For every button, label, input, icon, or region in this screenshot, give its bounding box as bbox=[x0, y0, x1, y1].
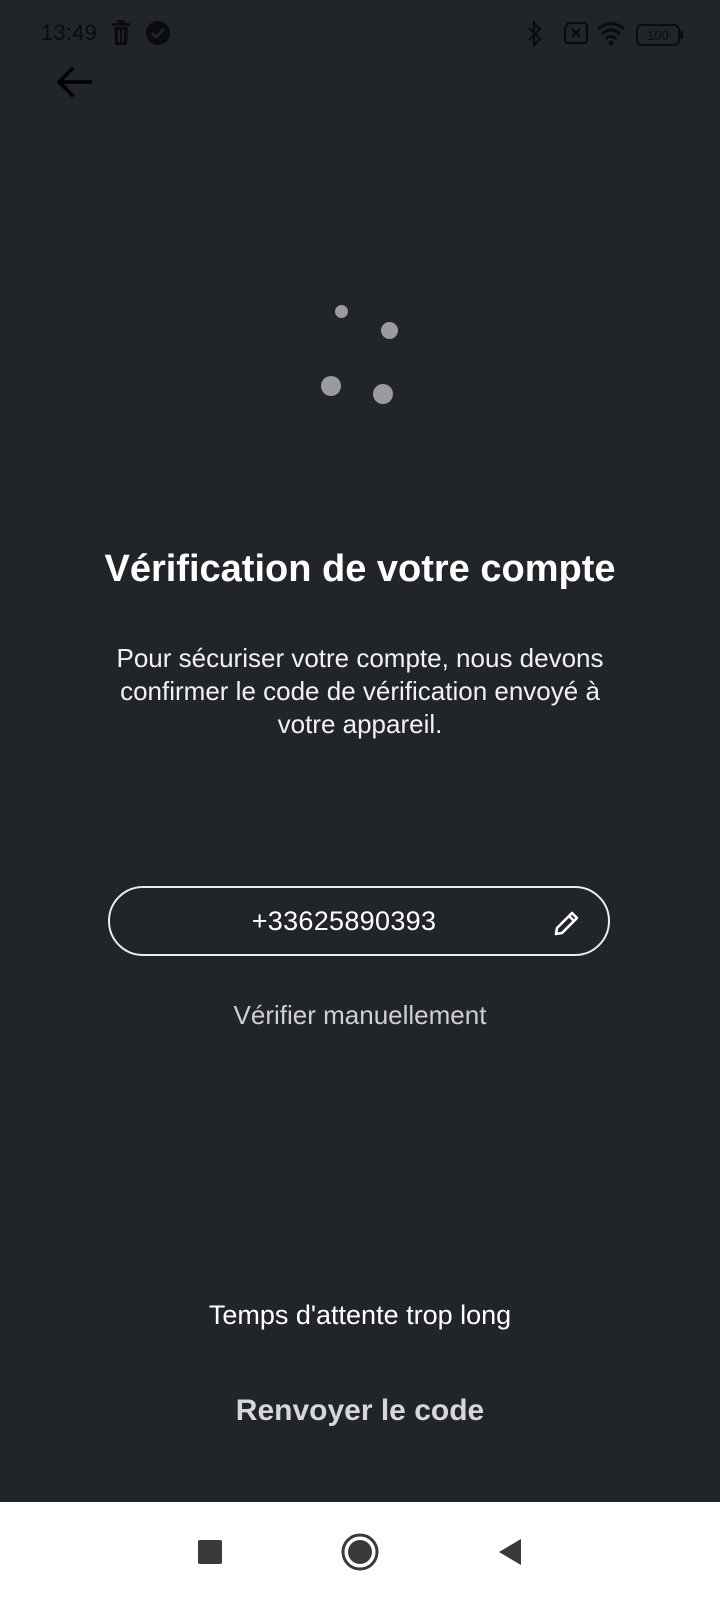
spinner-dot bbox=[373, 384, 393, 404]
wait-too-long-text: Temps d'attente trop long bbox=[208, 1300, 512, 1330]
back-button[interactable] bbox=[50, 60, 98, 108]
description-text: Pour sécuriser votre compte, nous devons… bbox=[116, 643, 604, 739]
wifi-icon bbox=[596, 20, 626, 48]
loading-spinner bbox=[300, 290, 420, 420]
delete-icon bbox=[110, 20, 132, 48]
phone-number-field[interactable]: +33625890393 bbox=[108, 886, 610, 956]
status-time: 13:49 bbox=[41, 20, 98, 45]
verify-manually-link[interactable]: Vérifier manuellement bbox=[0, 1000, 720, 1031]
system-nav-bar bbox=[0, 1502, 720, 1600]
verification-screen: 13:49 100 Vérification de votre compte P… bbox=[0, 0, 720, 1600]
spinner-dot bbox=[381, 322, 398, 339]
bluetooth-icon bbox=[526, 20, 544, 48]
spinner-dot bbox=[335, 305, 348, 318]
battery-icon: 100 bbox=[636, 24, 684, 52]
phone-number: +33625890393 bbox=[251, 905, 437, 936]
page-title: Vérification de votre compte bbox=[104, 548, 616, 590]
recents-square-icon[interactable] bbox=[190, 1532, 230, 1572]
resend-code-button[interactable]: Renvoyer le code bbox=[0, 1394, 720, 1428]
back-triangle-icon[interactable] bbox=[490, 1532, 530, 1572]
check-circle-icon bbox=[145, 20, 171, 48]
no-sim-icon bbox=[562, 20, 590, 48]
battery-level: 100 bbox=[647, 28, 669, 43]
home-circle-icon[interactable] bbox=[340, 1532, 380, 1572]
spinner-dot bbox=[321, 376, 341, 396]
arrow-left-icon bbox=[56, 66, 92, 103]
status-bar: 13:49 100 bbox=[0, 0, 720, 70]
pencil-icon[interactable] bbox=[552, 908, 582, 938]
